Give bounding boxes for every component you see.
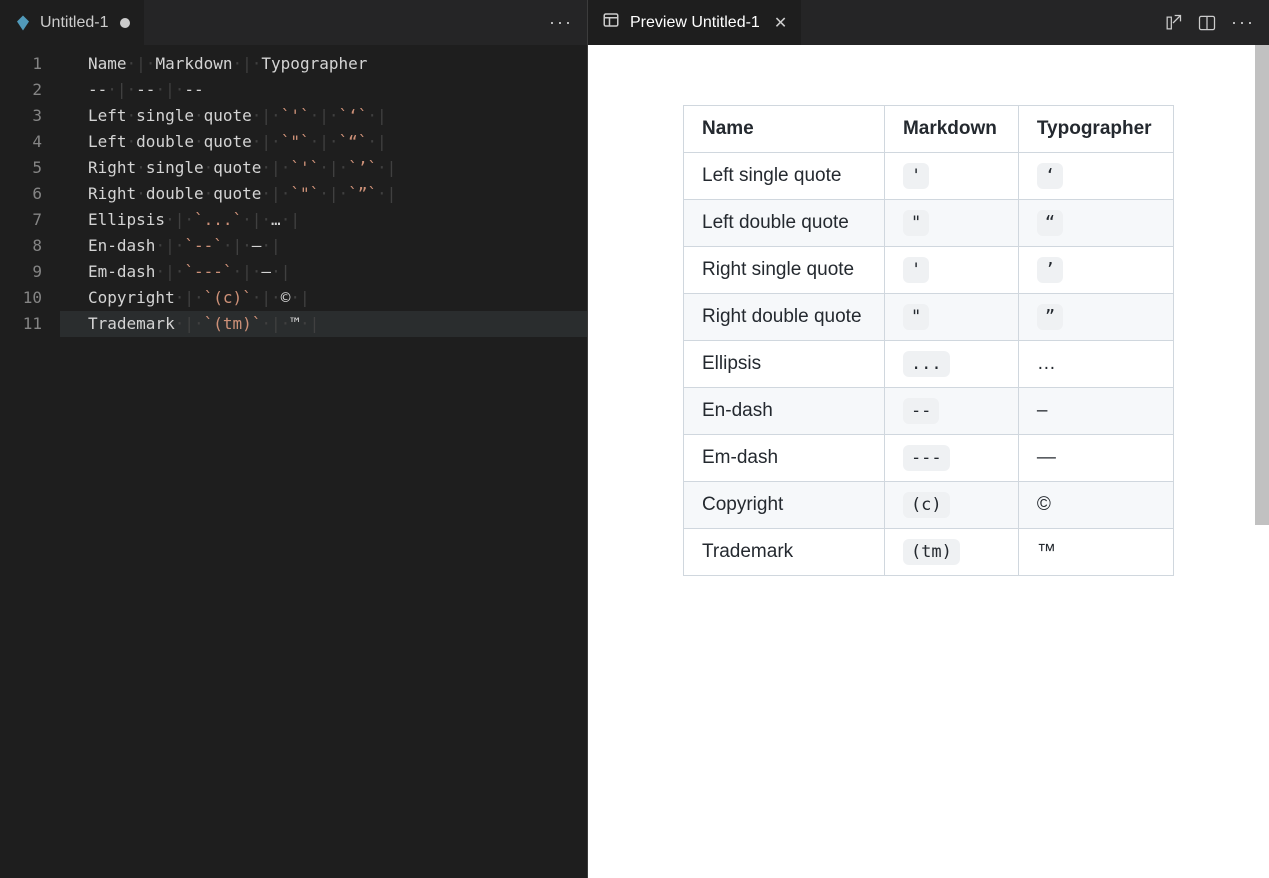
editor-tab-actions[interactable]: ···: [549, 12, 587, 33]
table-header-cell: Typographer: [1018, 106, 1173, 153]
split-editor-icon[interactable]: [1197, 13, 1217, 33]
markdown-cell: ": [884, 294, 1018, 341]
code-line[interactable]: Right·single·quote·|·`'`·|·`’`·|: [60, 155, 587, 181]
code-line[interactable]: Em-dash·|·`---`·|·—·|: [60, 259, 587, 285]
line-number: 2: [0, 77, 42, 103]
code-line[interactable]: En-dash·|·`--`·|·–·|: [60, 233, 587, 259]
name-cell: Trademark: [684, 529, 885, 576]
code-line[interactable]: Left·double·quote·|·`"`·|·`“`·|: [60, 129, 587, 155]
line-number: 8: [0, 233, 42, 259]
preview-tab-actions: ···: [1163, 12, 1269, 33]
code-line[interactable]: Ellipsis·|·`...`·|·…·|: [60, 207, 587, 233]
close-icon[interactable]: ✕: [774, 13, 787, 33]
code-line[interactable]: --·|·--·|·--: [60, 77, 587, 103]
typographer-cell: ’: [1018, 247, 1173, 294]
table-row: Ellipsis...…: [684, 341, 1174, 388]
scrollbar-thumb[interactable]: [1255, 45, 1269, 525]
code-area[interactable]: Name·|·Markdown·|·Typographer--·|·--·|·-…: [60, 51, 587, 878]
typographer-cell: –: [1018, 388, 1173, 435]
unsaved-indicator-icon: [120, 18, 130, 28]
editor-tabbar: Untitled-1 ···: [0, 0, 587, 45]
table-header-cell: Markdown: [884, 106, 1018, 153]
code-line[interactable]: Name·|·Markdown·|·Typographer: [60, 51, 587, 77]
code-line[interactable]: Left·single·quote·|·`'`·|·`‘`·|: [60, 103, 587, 129]
line-number: 9: [0, 259, 42, 285]
typographer-cell: ©: [1018, 482, 1173, 529]
name-cell: Right single quote: [684, 247, 885, 294]
typographer-cell: “: [1018, 200, 1173, 247]
name-cell: Em-dash: [684, 435, 885, 482]
markdown-cell: --: [884, 388, 1018, 435]
name-cell: En-dash: [684, 388, 885, 435]
table-row: Left double quote"“: [684, 200, 1174, 247]
typographer-cell: ”: [1018, 294, 1173, 341]
line-number-gutter: 1234567891011: [0, 51, 60, 878]
name-cell: Copyright: [684, 482, 885, 529]
table-row: Trademark(tm)™: [684, 529, 1174, 576]
preview-content[interactable]: NameMarkdownTypographer Left single quot…: [588, 45, 1269, 878]
preview-icon: [602, 11, 620, 34]
markdown-cell: (tm): [884, 529, 1018, 576]
typographer-cell: …: [1018, 341, 1173, 388]
editor-tab[interactable]: Untitled-1: [0, 0, 144, 45]
line-number: 1: [0, 51, 42, 77]
editor-body[interactable]: 1234567891011 Name·|·Markdown·|·Typograp…: [0, 45, 587, 878]
typographer-cell: ‘: [1018, 153, 1173, 200]
markdown-cell: ': [884, 153, 1018, 200]
more-actions-icon[interactable]: ···: [549, 12, 573, 32]
line-number: 3: [0, 103, 42, 129]
name-cell: Ellipsis: [684, 341, 885, 388]
markdown-cell: ': [884, 247, 1018, 294]
preview-tab[interactable]: Preview Untitled-1 ✕: [588, 0, 801, 45]
preview-tabbar: Preview Untitled-1 ✕ ···: [588, 0, 1269, 45]
markdown-cell: (c): [884, 482, 1018, 529]
more-actions-icon[interactable]: ···: [1231, 12, 1255, 33]
line-number: 11: [0, 311, 42, 337]
code-line[interactable]: Right·double·quote·|·`"`·|·`”`·|: [60, 181, 587, 207]
typographer-cell: —: [1018, 435, 1173, 482]
table-header-cell: Name: [684, 106, 885, 153]
preview-pane: Preview Untitled-1 ✕ ··· NameMarkdownTyp…: [587, 0, 1269, 878]
line-number: 6: [0, 181, 42, 207]
table-row: Copyright(c)©: [684, 482, 1174, 529]
table-row: Right double quote"”: [684, 294, 1174, 341]
line-number: 10: [0, 285, 42, 311]
editor-pane: Untitled-1 ··· 1234567891011 Name·|·Mark…: [0, 0, 587, 878]
line-number: 7: [0, 207, 42, 233]
editor-tab-title: Untitled-1: [40, 14, 108, 32]
code-line[interactable]: Trademark·|·`(tm)`·|·™·|: [60, 311, 587, 337]
table-row: En-dash--–: [684, 388, 1174, 435]
preview-tab-title: Preview Untitled-1: [630, 14, 760, 32]
table-row: Right single quote'’: [684, 247, 1174, 294]
line-number: 4: [0, 129, 42, 155]
table-row: Left single quote'‘: [684, 153, 1174, 200]
show-source-icon[interactable]: [1163, 13, 1183, 33]
typographer-cell: ™: [1018, 529, 1173, 576]
markdown-table: NameMarkdownTypographer Left single quot…: [683, 105, 1174, 576]
markdown-cell: ": [884, 200, 1018, 247]
table-row: Em-dash---—: [684, 435, 1174, 482]
markdown-cell: ...: [884, 341, 1018, 388]
name-cell: Left single quote: [684, 153, 885, 200]
markdown-cell: ---: [884, 435, 1018, 482]
table-header-row: NameMarkdownTypographer: [684, 106, 1174, 153]
markdown-file-icon: [14, 14, 32, 32]
line-number: 5: [0, 155, 42, 181]
code-line[interactable]: Copyright·|·`(c)`·|·©·|: [60, 285, 587, 311]
name-cell: Right double quote: [684, 294, 885, 341]
name-cell: Left double quote: [684, 200, 885, 247]
